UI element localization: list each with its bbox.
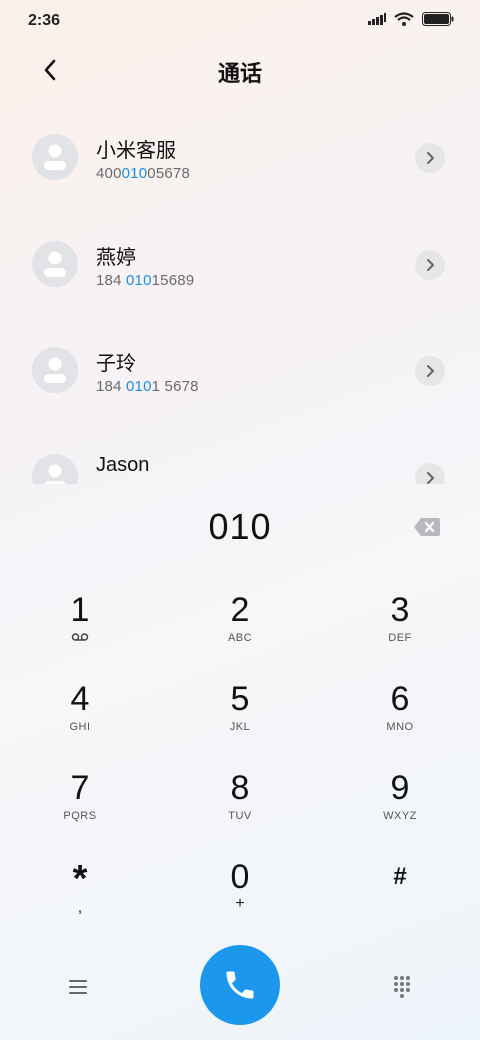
key-2[interactable]: 2 ABC [180,590,300,668]
number-suffix: 05678 [147,165,190,182]
key-8[interactable]: 8 TUV [180,768,300,846]
signal-icon [368,13,386,25]
key-digit: 0 [230,858,250,896]
key-letters: ABC [227,632,253,644]
avatar [32,347,78,393]
key-digit: 9 [390,769,410,807]
backspace-icon [414,518,440,536]
contact-item[interactable]: 子玲 184 0101 5678 [0,317,480,417]
key-letters [20,632,140,646]
key-star[interactable]: * , [20,857,140,935]
contact-detail-button[interactable] [415,356,445,386]
status-time: 2:36 [28,12,61,29]
key-6[interactable]: 6 MNO [340,679,460,757]
key-digit: 5 [230,680,250,718]
key-digit: 4 [70,680,90,718]
contact-detail-button[interactable] [415,143,445,173]
key-digit: 1 [70,591,90,629]
key-letters: JKL [229,721,251,733]
contact-item[interactable]: Jason [0,424,480,484]
chevron-right-icon [427,152,434,164]
number-suffix: 1 5678 [151,378,199,395]
key-digit: 2 [230,591,250,629]
number-suffix: 15689 [151,272,195,289]
bottom-bar [0,945,480,1027]
header: 通话 [0,50,480,90]
person-icon [44,251,66,277]
key-digit: # [393,863,407,890]
key-digit: 7 [70,769,90,807]
contact-detail-button[interactable] [415,250,445,280]
contact-list: 小米客服 40001005678 燕婷 184 01015689 子玲 184 … [0,104,480,484]
contact-name: 小米客服 [96,140,176,162]
key-digit: * [72,858,88,900]
call-button[interactable] [200,945,280,1025]
voicemail-icon [71,633,89,641]
menu-icon [69,980,87,994]
key-9[interactable]: 9 WXYZ [340,768,460,846]
status-bar: 2:36 [0,0,480,42]
person-icon [44,357,66,383]
number-prefix: 400 [96,165,122,182]
contact-number: 40001005678 [96,165,190,182]
key-4[interactable]: 4 GHI [20,679,140,757]
key-0[interactable]: 0 + [180,857,300,935]
number-match: 010 [126,272,152,289]
battery-icon [422,12,454,26]
person-icon [44,464,66,484]
key-digit: 8 [230,769,250,807]
chevron-right-icon [427,259,434,271]
key-letters [340,899,460,913]
contact-name: Jason [96,454,150,476]
phone-icon [226,971,254,999]
key-5[interactable]: 5 JKL [180,679,300,757]
key-letters: PQRS [63,810,97,822]
avatar [32,454,78,484]
contact-name: 子玲 [96,353,136,375]
person-icon [44,144,66,170]
dialpad-icon [394,976,410,998]
avatar [32,241,78,287]
status-icons [368,12,454,26]
number-match: 010 [121,165,148,182]
key-hash[interactable]: # [340,857,460,935]
chevron-right-icon [427,365,434,377]
contact-detail-button[interactable] [415,463,445,484]
key-7[interactable]: 7 PQRS [20,768,140,846]
contact-item[interactable]: 小米客服 40001005678 [0,104,480,204]
menu-button[interactable] [64,975,92,999]
wifi-icon [394,12,414,26]
contact-item[interactable]: 燕婷 184 01015689 [0,211,480,311]
number-match: 010 [126,378,152,395]
number-prefix: 184 [96,378,126,395]
key-letters: GHI [69,721,91,733]
key-digit: 6 [390,680,410,718]
dialpad-button[interactable] [388,973,416,1001]
dialed-number: 010 [208,506,272,547]
page-title: 通话 [217,61,262,86]
key-3[interactable]: 3 DEF [340,590,460,668]
key-letters: + [235,895,245,912]
key-digit: 3 [390,591,410,629]
key-letters: MNO [386,721,414,733]
key-1[interactable]: 1 [20,590,140,668]
chevron-right-icon [427,472,434,484]
contact-number: 184 01015689 [96,272,194,289]
backspace-button[interactable] [413,516,441,538]
contact-name: 燕婷 [96,247,136,269]
key-letters: , [77,899,83,916]
key-letters: WXYZ [383,810,417,822]
avatar [32,134,78,180]
key-letters: TUV [228,810,252,822]
key-letters: DEF [388,632,412,644]
contact-number: 184 0101 5678 [96,378,199,395]
number-prefix: 184 [96,272,126,289]
